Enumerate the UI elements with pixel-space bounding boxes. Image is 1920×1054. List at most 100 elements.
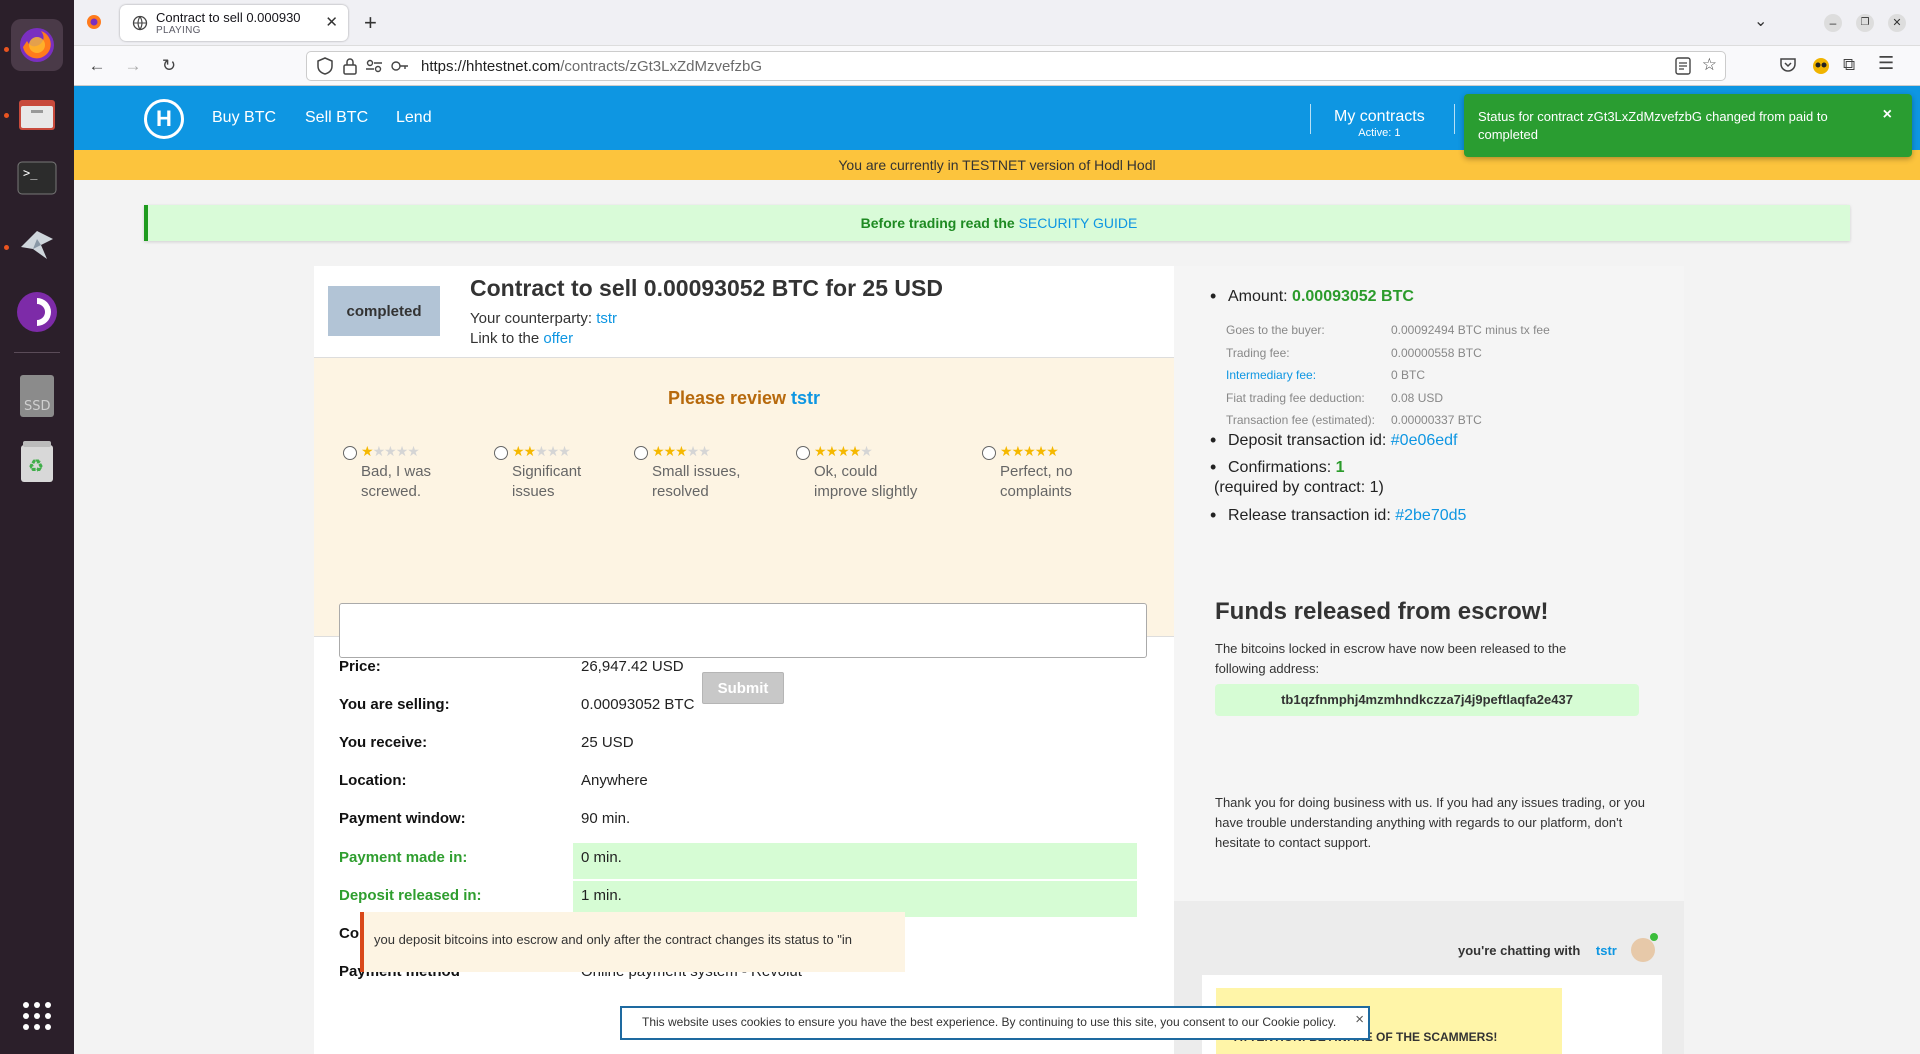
extensions-puzzle-icon[interactable]: ⧉ — [1843, 55, 1855, 75]
counterparty-label: Your counterparty: — [470, 310, 593, 327]
deposit-tx-link[interactable]: #0e06edf — [1391, 432, 1458, 449]
reader-view-icon[interactable] — [1675, 57, 1691, 79]
offer-link[interactable]: offer — [543, 330, 573, 347]
files-icon[interactable] — [11, 88, 63, 140]
fee-label: Transaction fee (estimated): — [1226, 413, 1375, 427]
security-guide-link[interactable]: SECURITY GUIDE — [1019, 215, 1138, 231]
back-arrow-icon[interactable]: ← — [86, 55, 108, 77]
nav-buy-btc[interactable]: Buy BTC — [212, 109, 276, 127]
hodlhodl-logo[interactable]: H — [144, 99, 184, 139]
window-close-icon[interactable]: ✕ — [1888, 14, 1906, 32]
restore-icon[interactable]: ❐ — [1856, 14, 1874, 32]
list-tabs-chevron-icon[interactable]: ⌄ — [1754, 11, 1767, 31]
reload-icon[interactable]: ↻ — [158, 55, 180, 77]
detail-key: Payment window: — [339, 810, 466, 828]
close-toast-icon[interactable]: × — [1883, 106, 1892, 124]
release-address[interactable]: tb1qzfnmphj4mzmhndkczza7j4j9peftlaqfa2e4… — [1215, 684, 1639, 716]
firefox-icon[interactable] — [11, 19, 63, 71]
detail-value: 90 min. — [581, 810, 631, 828]
rating-radio[interactable] — [634, 446, 648, 460]
close-cookie-icon[interactable]: × — [1355, 1006, 1364, 1034]
fee-value: 0.00000558 BTC — [1391, 345, 1482, 360]
bullet: • — [1210, 505, 1217, 525]
navigation-toolbar: ← → ↻ https://hhtestnet.com/contracts/zG… — [74, 46, 1920, 86]
review-title: Please review tstr — [314, 388, 1174, 409]
fee-label[interactable]: Intermediary fee: — [1226, 368, 1316, 382]
extension-owl-icon[interactable] — [1811, 55, 1831, 80]
ubuntu-dock: >_ SSD ♻ — [0, 0, 74, 1054]
notification-toast: Status for contract zGt3LxZdMzvefzbG cha… — [1464, 94, 1912, 157]
key-icon[interactable] — [391, 58, 409, 78]
bullet: • — [1210, 430, 1217, 450]
fee-value: 0 BTC — [1391, 368, 1426, 382]
nav-lend[interactable]: Lend — [396, 109, 432, 127]
trash-icon[interactable]: ♻ — [11, 435, 63, 487]
avatar — [1631, 938, 1655, 962]
firefox-view-icon[interactable] — [86, 14, 102, 35]
terminal-icon[interactable]: >_ — [11, 152, 63, 204]
rating-label: Perfect, no complaints — [1000, 463, 1073, 500]
my-contracts-label: My contracts — [1334, 108, 1425, 125]
chat-user-link[interactable]: tstr — [1596, 943, 1617, 958]
rating-radio[interactable] — [796, 446, 810, 460]
review-user-link[interactable]: tstr — [791, 388, 820, 408]
tab-active[interactable]: Contract to sell 0.000930 PLAYING ✕ — [120, 5, 348, 41]
detail-key: Deposit released in: — [339, 886, 482, 904]
fee-value: 0.08 USD — [1391, 390, 1444, 405]
fee-row: Trading fee: 0.00000558 BTC — [1226, 345, 1482, 360]
url-bar[interactable]: https://hhtestnet.com/contracts/zGt3LxZd… — [306, 51, 1726, 81]
rating-radio[interactable] — [494, 446, 508, 460]
header-divider — [1454, 104, 1455, 134]
browser-window: Contract to sell 0.000930 PLAYING ✕ + ⌄ … — [74, 0, 1920, 1054]
detail-key: Payment made in: — [339, 848, 468, 866]
amount-line: • Amount: 0.00093052 BTC — [1210, 286, 1414, 306]
ssd-drive-icon[interactable]: SSD — [11, 370, 63, 422]
rating-label: Small issues, resolved — [652, 463, 741, 500]
tab-bar: Contract to sell 0.000930 PLAYING ✕ + ⌄ … — [74, 0, 1920, 46]
my-contracts-link[interactable]: My contracts Active: 1 — [1334, 108, 1425, 139]
confirmations-label: Confirmations: — [1228, 459, 1332, 476]
electrum-icon[interactable] — [11, 219, 63, 271]
lock-icon[interactable] — [343, 57, 357, 79]
nav-sell-btc[interactable]: Sell BTC — [305, 109, 368, 127]
contract-title: Contract to sell 0.00093052 BTC for 25 U… — [470, 275, 943, 301]
star-rating-icon: ★★★★★ — [814, 443, 873, 459]
release-tx-link[interactable]: #2be70d5 — [1395, 507, 1466, 524]
summary-panel: • Amount: 0.00093052 BTC Goes to the buy… — [1174, 266, 1684, 1054]
app-grid-icon[interactable] — [11, 990, 63, 1042]
fee-label: Trading fee: — [1226, 345, 1290, 360]
offer-label: Link to the — [470, 330, 540, 347]
tor-browser-icon[interactable] — [11, 286, 63, 338]
confirmations-required: (required by contract: 1) — [1214, 479, 1384, 496]
running-indicator — [4, 47, 9, 52]
running-indicator — [4, 245, 9, 250]
detail-row: You receive: 25 USD — [314, 724, 1174, 760]
fee-value: 0.00000337 BTC — [1391, 413, 1482, 427]
security-prefix: Before trading read the — [860, 215, 1015, 231]
minimize-icon[interactable]: – — [1824, 14, 1842, 32]
review-prefix: Please review — [667, 388, 787, 408]
close-tab-icon[interactable]: ✕ — [325, 13, 338, 31]
detail-row: Deposit released in: 1 min. — [314, 877, 1174, 917]
fee-row: Fiat trading fee deduction: 0.08 USD — [1226, 391, 1443, 405]
amount-value: 0.00093052 BTC — [1292, 288, 1414, 305]
confirmations-line: • Confirmations: 1 — [1210, 457, 1345, 477]
menu-hamburger-icon[interactable]: ☰ — [1878, 53, 1894, 74]
rating-radio[interactable] — [343, 446, 357, 460]
permissions-icon[interactable] — [365, 58, 383, 78]
shield-icon[interactable] — [317, 57, 333, 79]
bookmark-star-icon[interactable]: ☆ — [1702, 55, 1717, 75]
fee-label: Goes to the buyer: — [1226, 323, 1325, 337]
forward-arrow-icon[interactable]: → — [122, 55, 144, 77]
detail-value: 25 USD — [581, 734, 634, 752]
counterparty-link[interactable]: tstr — [596, 310, 617, 327]
rating-radio[interactable] — [982, 446, 996, 460]
pocket-icon[interactable] — [1779, 56, 1797, 79]
rating-label: Bad, I was screwed. — [361, 463, 432, 500]
toast-message: Status for contract zGt3LxZdMzvefzbG cha… — [1478, 109, 1828, 142]
url-path: /contracts/zGt3LxZdMzvefzbG — [560, 57, 762, 75]
deposit-tx-line: • Deposit transaction id: #0e06edf — [1210, 430, 1458, 450]
tab-title: Contract to sell 0.000930 — [156, 10, 301, 25]
detail-row: Location: Anywhere — [314, 762, 1174, 798]
new-tab-icon[interactable]: + — [364, 10, 377, 36]
